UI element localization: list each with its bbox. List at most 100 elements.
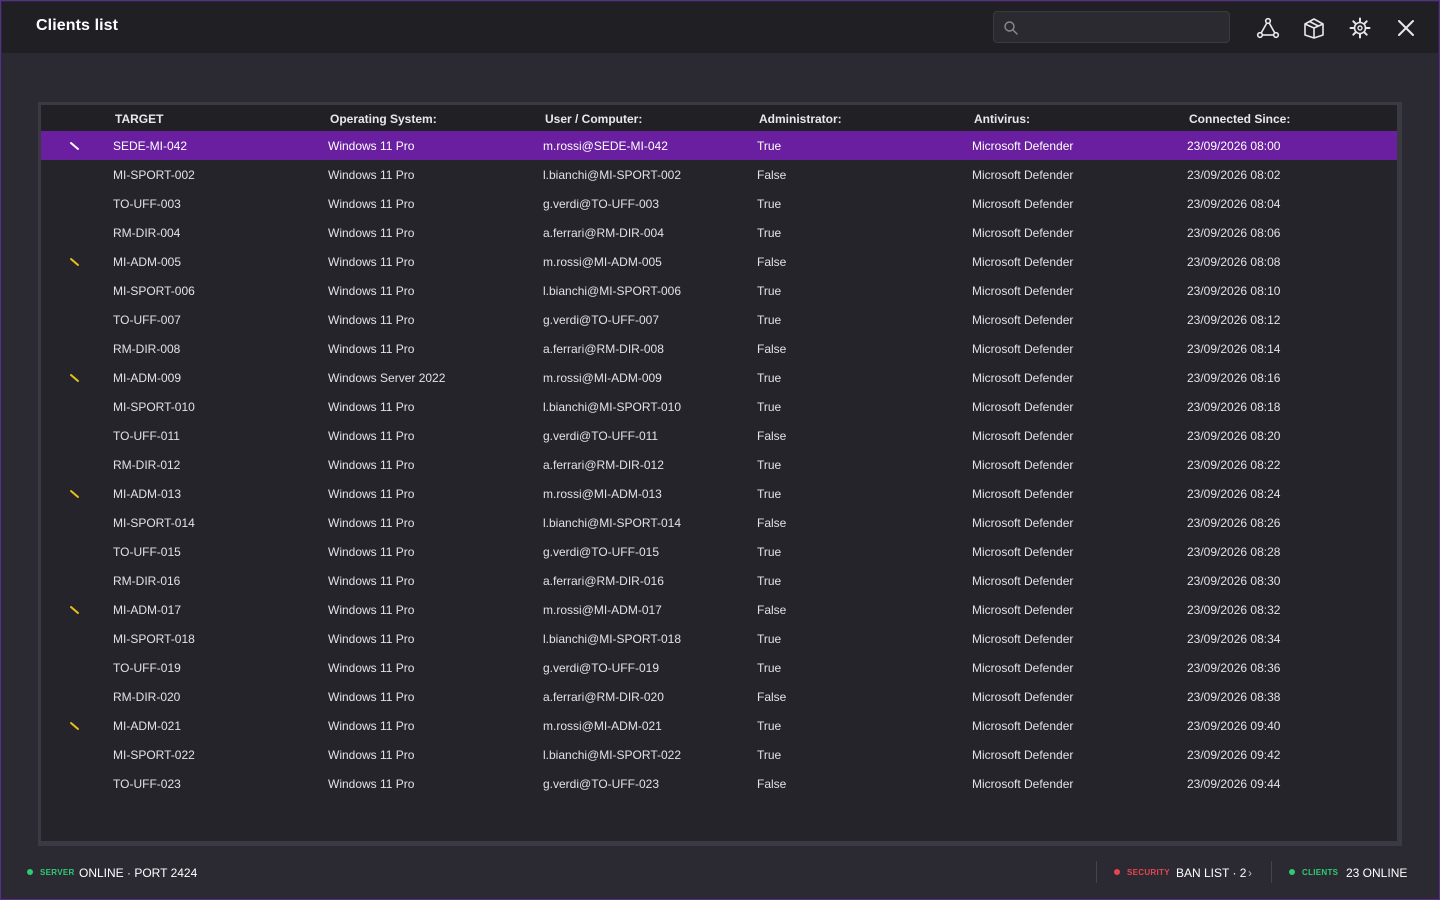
os-cell: Windows 11 Pro bbox=[328, 661, 415, 675]
user-cell: g.verdi@TO-UFF-019 bbox=[543, 661, 659, 675]
antivirus-cell: Microsoft Defender bbox=[972, 197, 1074, 211]
table-row[interactable]: TO-UFF-003 Windows 11 Pro g.verdi@TO-UFF-0… bbox=[41, 189, 1397, 218]
os-cell: Windows 11 Pro bbox=[328, 545, 415, 559]
close-button[interactable] bbox=[1393, 15, 1419, 41]
table-row[interactable]: RM-DIR-016 Windows 11 Pro a.ferrari@RM-DIR… bbox=[41, 566, 1397, 595]
pin-marker-icon bbox=[70, 490, 79, 498]
admin-cell: True bbox=[757, 574, 782, 588]
clients-online-value: 23 ONLINE bbox=[1346, 866, 1408, 880]
connected-since-cell: 23/09/2026 08:28 bbox=[1187, 545, 1281, 559]
admin-cell: False bbox=[757, 516, 787, 530]
ban-list-value: BAN LIST · 2 bbox=[1176, 866, 1247, 880]
column-header-antivirus[interactable]: Antivirus: bbox=[974, 112, 1030, 126]
os-cell: Windows 11 Pro bbox=[328, 226, 415, 240]
column-header-connected-since[interactable]: Connected Since: bbox=[1189, 112, 1290, 126]
antivirus-cell: Microsoft Defender bbox=[972, 603, 1074, 617]
table-row[interactable]: TO-UFF-019 Windows 11 Pro g.verdi@TO-UFF-0… bbox=[41, 653, 1397, 682]
admin-cell: False bbox=[757, 603, 787, 617]
column-header-admin[interactable]: Administrator: bbox=[759, 112, 842, 126]
target-cell: SEDE-MI-042 bbox=[113, 139, 188, 153]
status-divider bbox=[1096, 861, 1097, 883]
connected-since-cell: 23/09/2026 08:10 bbox=[1187, 284, 1281, 298]
os-cell: Windows 11 Pro bbox=[328, 603, 415, 617]
header-bar: Clients list bbox=[2, 2, 1438, 53]
antivirus-cell: Microsoft Defender bbox=[972, 632, 1074, 646]
target-cell: MI-ADM-009 bbox=[113, 371, 182, 385]
user-cell: l.bianchi@MI-SPORT-006 bbox=[543, 284, 682, 298]
admin-cell: False bbox=[757, 168, 787, 182]
connected-since-cell: 23/09/2026 08:02 bbox=[1187, 168, 1281, 182]
search-input[interactable] bbox=[1024, 12, 1228, 44]
os-cell: Windows 11 Pro bbox=[328, 139, 415, 153]
target-cell: MI-ADM-017 bbox=[113, 603, 182, 617]
package-button[interactable] bbox=[1301, 15, 1327, 41]
antivirus-cell: Microsoft Defender bbox=[972, 458, 1074, 472]
user-cell: m.rossi@MI-ADM-017 bbox=[543, 603, 662, 617]
table-row[interactable]: MI-ADM-009 Windows Server 2022 m.rossi@MI-… bbox=[41, 363, 1397, 392]
table-row[interactable]: RM-DIR-008 Windows 11 Pro a.ferrari@RM-DIR… bbox=[41, 334, 1397, 363]
target-cell: MI-SPORT-022 bbox=[113, 748, 195, 762]
connected-since-cell: 23/09/2026 08:26 bbox=[1187, 516, 1281, 530]
connected-since-cell: 23/09/2026 08:04 bbox=[1187, 197, 1281, 211]
close-icon bbox=[1398, 20, 1414, 36]
target-cell: MI-SPORT-006 bbox=[113, 284, 195, 298]
table-row[interactable]: TO-UFF-015 Windows 11 Pro g.verdi@TO-UFF-0… bbox=[41, 537, 1397, 566]
table-row[interactable]: SEDE-MI-042 Windows 11 Pro m.rossi@SEDE-MI… bbox=[41, 131, 1397, 160]
table-row[interactable]: MI-SPORT-022 Windows 11 Pro l.bianchi@MI-S… bbox=[41, 740, 1397, 769]
user-cell: g.verdi@TO-UFF-007 bbox=[543, 313, 659, 327]
table-row[interactable]: RM-DIR-012 Windows 11 Pro a.ferrari@RM-DIR… bbox=[41, 450, 1397, 479]
target-cell: TO-UFF-011 bbox=[113, 429, 180, 443]
table-row[interactable]: TO-UFF-023 Windows 11 Pro g.verdi@TO-UFF-0… bbox=[41, 769, 1397, 798]
table-row[interactable]: TO-UFF-011 Windows 11 Pro g.verdi@TO-UFF-0… bbox=[41, 421, 1397, 450]
user-cell: g.verdi@TO-UFF-011 bbox=[543, 429, 659, 443]
table-row[interactable]: RM-DIR-004 Windows 11 Pro a.ferrari@RM-DIR… bbox=[41, 218, 1397, 247]
table-row[interactable]: MI-SPORT-002 Windows 11 Pro l.bianchi@MI-S… bbox=[41, 160, 1397, 189]
os-cell: Windows 11 Pro bbox=[328, 777, 415, 791]
table-row[interactable]: MI-SPORT-014 Windows 11 Pro l.bianchi@MI-S… bbox=[41, 508, 1397, 537]
column-header-os[interactable]: Operating System: bbox=[330, 112, 437, 126]
antivirus-cell: Microsoft Defender bbox=[972, 661, 1074, 675]
ban-list-link[interactable]: SECURITY BAN LIST · 2 › bbox=[1110, 853, 1260, 893]
antivirus-cell: Microsoft Defender bbox=[972, 313, 1074, 327]
settings-button[interactable] bbox=[1347, 15, 1373, 41]
user-cell: a.ferrari@RM-DIR-020 bbox=[543, 690, 664, 704]
table-header: TARGET Operating System: User / Computer… bbox=[41, 105, 1397, 131]
column-header-target[interactable]: TARGET bbox=[115, 112, 163, 126]
status-divider bbox=[1271, 861, 1272, 883]
table-row[interactable]: MI-ADM-013 Windows 11 Pro m.rossi@MI-ADM-0… bbox=[41, 479, 1397, 508]
os-cell: Windows 11 Pro bbox=[328, 342, 415, 356]
os-cell: Windows 11 Pro bbox=[328, 719, 415, 733]
connected-since-cell: 23/09/2026 08:22 bbox=[1187, 458, 1281, 472]
admin-cell: True bbox=[757, 313, 782, 327]
column-header-user[interactable]: User / Computer: bbox=[545, 112, 642, 126]
admin-cell: True bbox=[757, 661, 782, 675]
antivirus-cell: Microsoft Defender bbox=[972, 255, 1074, 269]
os-cell: Windows Server 2022 bbox=[328, 371, 446, 385]
antivirus-cell: Microsoft Defender bbox=[972, 400, 1074, 414]
target-cell: MI-SPORT-018 bbox=[113, 632, 195, 646]
table-row[interactable]: MI-ADM-017 Windows 11 Pro m.rossi@MI-ADM-0… bbox=[41, 595, 1397, 624]
connected-since-cell: 23/09/2026 09:44 bbox=[1187, 777, 1281, 791]
table-row[interactable]: MI-ADM-005 Windows 11 Pro m.rossi@MI-ADM-0… bbox=[41, 247, 1397, 276]
table-row[interactable]: TO-UFF-007 Windows 11 Pro g.verdi@TO-UFF-0… bbox=[41, 305, 1397, 334]
connected-since-cell: 23/09/2026 08:06 bbox=[1187, 226, 1281, 240]
table-row[interactable]: MI-SPORT-010 Windows 11 Pro l.bianchi@MI-S… bbox=[41, 392, 1397, 421]
connected-since-cell: 23/09/2026 08:38 bbox=[1187, 690, 1281, 704]
server-status-value: ONLINE · PORT 2424 bbox=[79, 866, 198, 880]
search-box[interactable] bbox=[993, 11, 1230, 44]
user-cell: g.verdi@TO-UFF-003 bbox=[543, 197, 659, 211]
table-row[interactable]: MI-SPORT-018 Windows 11 Pro l.bianchi@MI-S… bbox=[41, 624, 1397, 653]
target-cell: MI-SPORT-010 bbox=[113, 400, 195, 414]
table-row[interactable]: MI-ADM-021 Windows 11 Pro m.rossi@MI-ADM-0… bbox=[41, 711, 1397, 740]
target-cell: MI-SPORT-014 bbox=[113, 516, 195, 530]
pin-marker-icon bbox=[70, 374, 79, 382]
table-row[interactable]: RM-DIR-020 Windows 11 Pro a.ferrari@RM-DIR… bbox=[41, 682, 1397, 711]
admin-cell: False bbox=[757, 690, 787, 704]
clients-table[interactable]: TARGET Operating System: User / Computer… bbox=[41, 105, 1397, 841]
connected-since-cell: 23/09/2026 08:08 bbox=[1187, 255, 1281, 269]
table-row[interactable]: MI-SPORT-006 Windows 11 Pro l.bianchi@MI-S… bbox=[41, 276, 1397, 305]
target-cell: TO-UFF-007 bbox=[113, 313, 181, 327]
network-button[interactable] bbox=[1255, 15, 1281, 41]
target-cell: TO-UFF-023 bbox=[113, 777, 181, 791]
antivirus-cell: Microsoft Defender bbox=[972, 429, 1074, 443]
